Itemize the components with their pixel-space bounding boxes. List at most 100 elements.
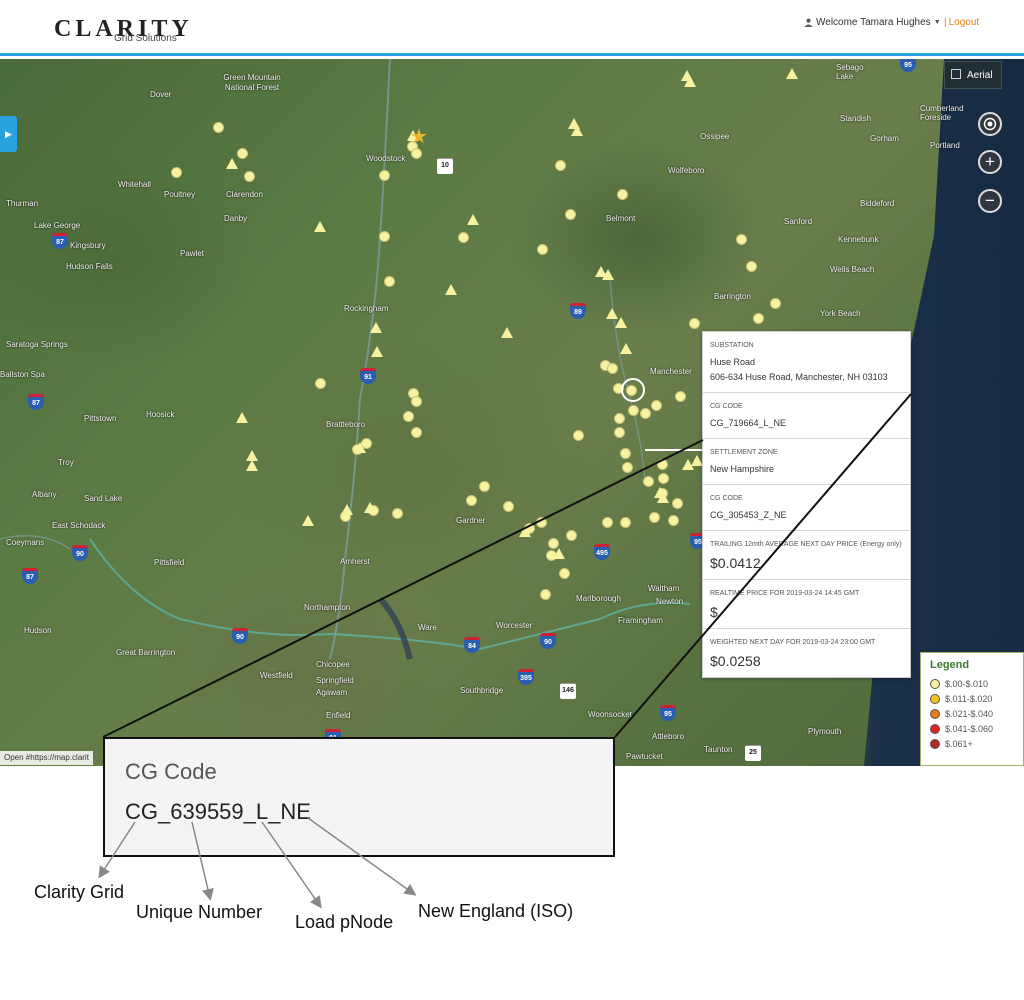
- substation-marker[interactable]: [573, 430, 584, 441]
- map-label: Ballston Spa: [0, 370, 45, 379]
- zone-marker-icon[interactable]: [314, 221, 326, 232]
- substation-marker[interactable]: [315, 378, 326, 389]
- clarity-logo[interactable]: CLARITY Grid Solutions: [54, 16, 264, 46]
- interstate-shield: 87: [52, 233, 68, 249]
- substation-marker[interactable]: [411, 396, 422, 407]
- substation-marker[interactable]: [479, 481, 490, 492]
- realtime-price-value: $: [710, 604, 718, 620]
- app-header: CLARITY Grid Solutions Welcome Tamara Hu…: [0, 0, 1024, 56]
- settlement-zone-value: New Hampshire: [710, 464, 775, 474]
- substation-marker[interactable]: [657, 459, 668, 470]
- substation-marker[interactable]: [503, 501, 514, 512]
- substation-marker[interactable]: [537, 244, 548, 255]
- substation-marker[interactable]: [244, 171, 255, 182]
- map-label: Westfield: [260, 671, 293, 680]
- substation-marker[interactable]: [620, 448, 631, 459]
- substation-marker[interactable]: [171, 167, 182, 178]
- substation-marker[interactable]: [379, 231, 390, 242]
- substation-marker[interactable]: [566, 530, 577, 541]
- substation-marker[interactable]: [466, 495, 477, 506]
- substation-marker[interactable]: [753, 313, 764, 324]
- zone-marker-icon[interactable]: [236, 412, 248, 423]
- plus-icon: +: [985, 152, 995, 171]
- substation-marker[interactable]: [643, 476, 654, 487]
- substation-marker[interactable]: [675, 391, 686, 402]
- substation-marker[interactable]: [617, 189, 628, 200]
- star-marker-icon[interactable]: ★: [410, 127, 428, 147]
- substation-marker[interactable]: [668, 515, 679, 526]
- map-label: Pawlet: [180, 249, 205, 258]
- substation-marker[interactable]: [379, 170, 390, 181]
- zone-marker-icon[interactable]: [226, 158, 238, 169]
- locate-button[interactable]: [978, 112, 1002, 136]
- zone-marker-icon[interactable]: [371, 346, 383, 357]
- substation-marker[interactable]: [559, 568, 570, 579]
- substation-marker[interactable]: [746, 261, 757, 272]
- zone-marker-icon[interactable]: [246, 460, 258, 471]
- zone-marker-icon[interactable]: [445, 284, 457, 295]
- zone-marker-icon[interactable]: [786, 68, 798, 79]
- substation-marker[interactable]: [384, 276, 395, 287]
- interstate-shield: 90: [72, 545, 88, 561]
- substation-marker[interactable]: [651, 400, 662, 411]
- user-menu[interactable]: Welcome Tamara Hughes ▼: [804, 17, 941, 28]
- substation-marker[interactable]: [565, 209, 576, 220]
- zone-marker-icon[interactable]: [364, 502, 376, 513]
- logout-link[interactable]: Logout: [949, 17, 980, 28]
- zone-marker-icon[interactable]: [657, 492, 669, 503]
- map-label: Albany: [32, 490, 57, 499]
- zone-marker-icon[interactable]: [684, 76, 696, 87]
- zone-marker-icon[interactable]: [682, 459, 694, 470]
- zoom-out-button[interactable]: −: [978, 189, 1002, 213]
- map-label: Thurman: [6, 199, 39, 208]
- zone-marker-icon[interactable]: [519, 526, 531, 537]
- zone-marker-icon[interactable]: [571, 125, 583, 136]
- separator: |: [944, 17, 947, 28]
- zone-marker-icon[interactable]: [501, 327, 513, 338]
- map-label: Kennebunk: [838, 235, 879, 244]
- zoom-in-button[interactable]: +: [978, 150, 1002, 174]
- sidebar-toggle-button[interactable]: ▶: [0, 116, 17, 152]
- zone-marker-icon[interactable]: [354, 442, 366, 453]
- substation-marker[interactable]: [237, 148, 248, 159]
- substation-marker[interactable]: [672, 498, 683, 509]
- zone-marker-icon[interactable]: [602, 269, 614, 280]
- substation-marker[interactable]: [649, 512, 660, 523]
- substation-marker[interactable]: [213, 122, 224, 133]
- substation-marker[interactable]: [622, 462, 633, 473]
- zone-marker-icon[interactable]: [370, 322, 382, 333]
- substation-marker[interactable]: [658, 473, 669, 484]
- substation-marker[interactable]: [411, 427, 422, 438]
- aerial-toggle-button[interactable]: Aerial: [944, 61, 1002, 89]
- annotation-unique-number: Unique Number: [136, 902, 263, 922]
- substation-marker[interactable]: [640, 408, 651, 419]
- substation-marker[interactable]: [602, 517, 613, 528]
- substation-marker[interactable]: [411, 148, 422, 159]
- substation-marker[interactable]: [628, 405, 639, 416]
- zone-marker-icon[interactable]: [615, 317, 627, 328]
- substation-marker[interactable]: [620, 517, 631, 528]
- substation-marker[interactable]: [403, 411, 414, 422]
- substation-marker[interactable]: [614, 427, 625, 438]
- zone-marker-icon[interactable]: [467, 214, 479, 225]
- substation-marker[interactable]: [689, 318, 700, 329]
- substation-marker[interactable]: [770, 298, 781, 309]
- substation-marker[interactable]: [607, 363, 618, 374]
- interstate-shield: 87: [22, 568, 38, 584]
- zone-marker-icon[interactable]: [302, 515, 314, 526]
- zone-marker-icon[interactable]: [620, 343, 632, 354]
- substation-marker[interactable]: [614, 413, 625, 424]
- substation-marker[interactable]: [458, 232, 469, 243]
- substation-marker[interactable]: [540, 589, 551, 600]
- substation-marker[interactable]: [392, 508, 403, 519]
- substation-marker[interactable]: [536, 517, 547, 528]
- zone-marker-icon[interactable]: [553, 548, 565, 559]
- selected-substation-marker[interactable]: [621, 378, 645, 402]
- map-attribution[interactable]: Open #https://map.clarit: [0, 751, 93, 765]
- zone-marker-icon[interactable]: [341, 504, 353, 515]
- substation-marker[interactable]: [736, 234, 747, 245]
- map-label: Ware: [418, 623, 437, 632]
- map-label: Hudson Falls: [66, 262, 113, 271]
- substation-marker[interactable]: [555, 160, 566, 171]
- map-label: Danby: [224, 214, 248, 223]
